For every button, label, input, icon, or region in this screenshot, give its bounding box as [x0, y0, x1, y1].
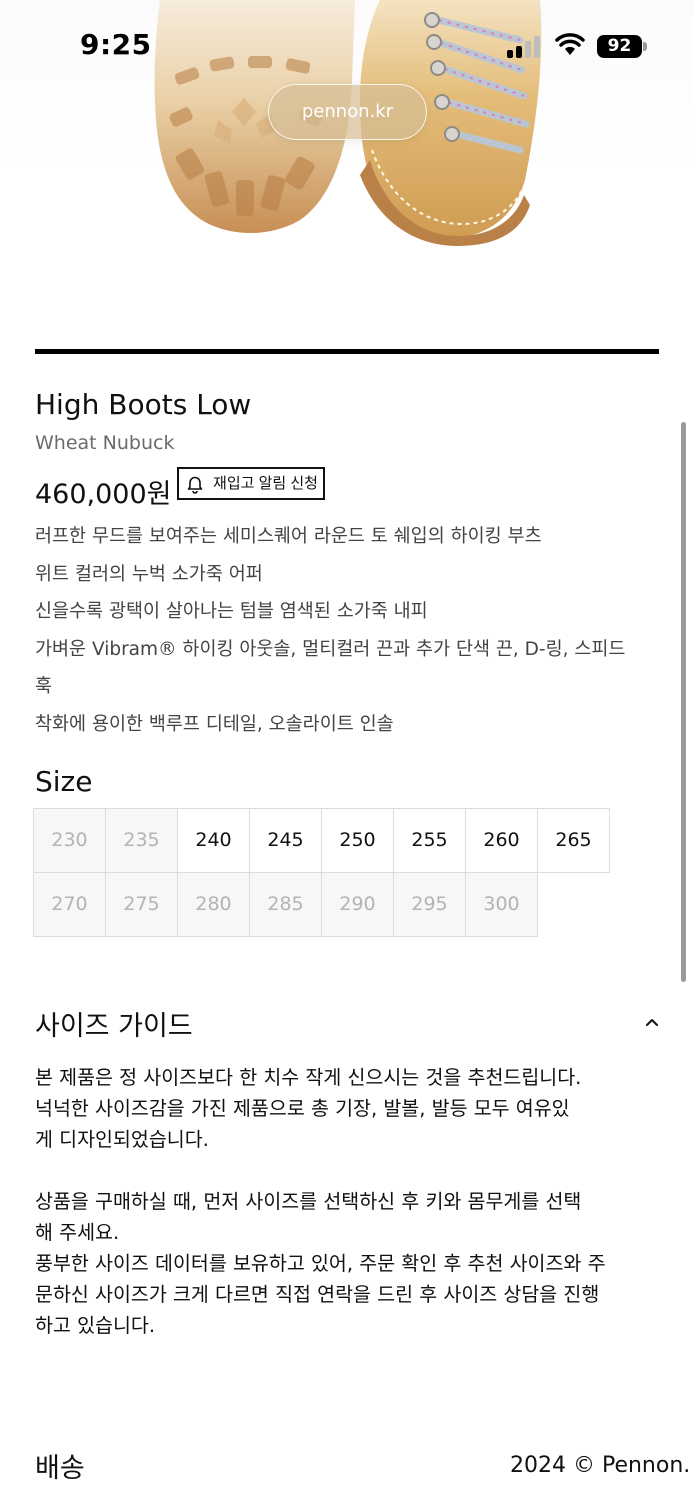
description-line: 훅 — [35, 676, 53, 697]
description-line: 위트 컬러의 누벅 소가죽 어퍼 — [35, 563, 263, 585]
size-option[interactable]: 260 — [465, 808, 538, 873]
size-option[interactable]: 295 — [393, 872, 466, 937]
restock-alert-button[interactable]: 재입고 알림 신청 — [177, 467, 325, 500]
size-guide-line: 넉넉한 사이즈감을 가진 제품으로 총 기장, 발볼, 발등 모두 여유있 — [35, 1097, 570, 1120]
size-option[interactable]: 255 — [393, 808, 466, 873]
size-option[interactable]: 290 — [321, 872, 394, 937]
size-option[interactable]: 300 — [465, 872, 538, 937]
size-option[interactable]: 230 — [33, 808, 106, 873]
footer-copyright: 2024 © Pennon. — [510, 1453, 691, 1478]
size-guide-line: 해 주세요. — [35, 1221, 120, 1244]
restock-alert-label: 재입고 알림 신청 — [213, 475, 318, 492]
status-bar: 9:25 92 — [0, 0, 693, 92]
product-price: 460,000원 — [35, 479, 172, 510]
shipping-heading[interactable]: 배송 — [35, 1446, 85, 1485]
size-heading: Size — [35, 765, 93, 798]
wifi-icon — [555, 33, 585, 57]
address-bar[interactable]: pennon.kr — [268, 84, 427, 140]
description-line: 러프한 무드를 보여주는 세미스퀘어 라운드 토 쉐입의 하이킹 부츠 — [35, 526, 542, 547]
size-guide-line: 게 디자인되었습니다. — [35, 1128, 209, 1151]
chevron-up-icon[interactable] — [640, 1010, 664, 1034]
product-title: High Boots Low — [35, 388, 252, 421]
cellular-signal-icon — [507, 36, 543, 58]
size-option[interactable]: 280 — [177, 872, 250, 937]
description-line: 착화에 용이한 백루프 디테일, 오솔라이트 인솔 — [35, 713, 394, 735]
size-guide-line: 상품을 구매하실 때, 먼저 사이즈를 선택하신 후 키와 몸무게를 선택 — [35, 1190, 582, 1213]
size-guide-line: 풍부한 사이즈 데이터를 보유하고 있어, 주문 확인 후 추천 사이즈와 주 — [35, 1252, 606, 1275]
size-option[interactable]: 235 — [105, 808, 178, 873]
battery-level: 92 — [597, 35, 642, 58]
size-guide-content: 본 제품은 정 사이즈보다 한 치수 작게 신으시는 것을 추천드립니다. 넉넉… — [35, 1062, 665, 1341]
size-guide-line: 본 제품은 정 사이즈보다 한 치수 작게 신으시는 것을 추천드립니다. — [35, 1066, 582, 1089]
battery-icon: 92 — [597, 35, 647, 58]
size-option[interactable]: 285 — [249, 872, 322, 937]
size-guide-line: 문하신 사이즈가 크게 다르면 직접 연락을 드린 후 사이즈 상담을 진행 — [35, 1283, 600, 1306]
size-option[interactable]: 275 — [105, 872, 178, 937]
scrollbar[interactable] — [681, 422, 686, 982]
size-guide-spacer — [35, 1155, 665, 1186]
description-line: 신을수록 광택이 살아나는 텀블 염색된 소가죽 내피 — [35, 601, 428, 622]
size-option[interactable]: 245 — [249, 808, 322, 873]
size-guide-line: 하고 있습니다. — [35, 1314, 156, 1337]
size-option[interactable]: 270 — [33, 872, 106, 937]
status-time: 9:25 — [80, 28, 152, 61]
bell-icon — [187, 475, 203, 494]
product-description: 러프한 무드를 보여주는 세미스퀘어 라운드 토 쉐입의 하이킹 부츠 위트 컬… — [35, 518, 665, 743]
size-option[interactable]: 240 — [177, 808, 250, 873]
product-color: Wheat Nubuck — [35, 432, 175, 454]
description-line: 가벼운 Vibram® 하이킹 아웃솔, 멀티컬러 끈과 추가 단색 끈, D-… — [35, 638, 626, 660]
section-divider — [35, 349, 659, 354]
size-option[interactable]: 250 — [321, 808, 394, 873]
size-option[interactable]: 265 — [537, 808, 610, 873]
size-guide-heading[interactable]: 사이즈 가이드 — [35, 1004, 193, 1043]
